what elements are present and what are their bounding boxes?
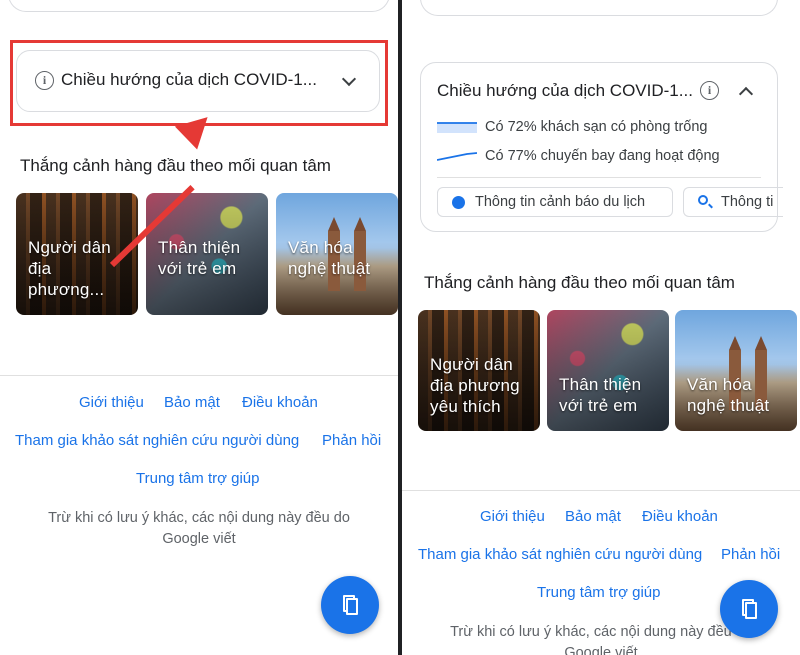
feedback-link[interactable]: Phản hồi [322, 432, 381, 449]
section-title: Thắng cảnh hàng đầu theo mối quan tâm [424, 273, 735, 292]
globe-icon [452, 196, 465, 209]
bookmark-fab[interactable] [321, 576, 379, 634]
travel-advisory-chip[interactable]: Thông tin cảnh báo du lịch [437, 187, 673, 217]
search-icon [698, 195, 708, 205]
flight-availability-stat: Có 77% chuyến bay đang hoạt động [485, 148, 720, 164]
chip-label: Thông tin cảnh báo du lịch [475, 194, 646, 210]
footer-divider [402, 490, 800, 491]
user-research-link[interactable]: Tham gia khảo sát nghiên cứu người dùng [418, 546, 702, 563]
help-center-link[interactable]: Trung tâm trợ giúp [136, 470, 260, 487]
tile-label: Văn hóa nghệ thuật [687, 375, 770, 415]
tile-label: Thân thiện với trẻ em [158, 238, 241, 278]
previous-card-edge [420, 0, 778, 16]
footer-note: Trừ khi có lưu ý khác, các nội dung này … [48, 510, 350, 547]
right-screenshot: Chiều hướng của dịch COVID-1... i Có 72%… [402, 0, 800, 655]
chevron-up-icon[interactable] [738, 86, 754, 102]
hotel-sparkline [437, 122, 477, 133]
privacy-link[interactable]: Bảo mật [164, 394, 220, 411]
about-link[interactable]: Giới thiệu [79, 394, 144, 411]
section-title: Thắng cảnh hàng đầu theo mối quan tâm [20, 156, 331, 175]
covid-trend-title: Chiều hướng của dịch COVID-1... [437, 81, 693, 100]
help-center-link[interactable]: Trung tâm trợ giúp [537, 584, 661, 601]
tile-label: Người dân địa phương... [28, 238, 111, 299]
card-divider [437, 177, 761, 178]
info-search-chip[interactable]: Thông ti [683, 187, 783, 217]
tile-kid-friendly[interactable]: Thân thiện với trẻ em [547, 310, 669, 431]
left-screenshot: i Chiều hướng của dịch COVID-1... Thắng … [0, 0, 398, 655]
chip-label: Thông ti [721, 194, 774, 210]
tile-label: Văn hóa nghệ thuật [288, 238, 371, 278]
user-research-link[interactable]: Tham gia khảo sát nghiên cứu người dùng [15, 432, 299, 449]
footer-divider [0, 375, 398, 376]
feedback-link[interactable]: Phản hồi [721, 546, 780, 563]
privacy-link[interactable]: Bảo mật [565, 508, 621, 525]
terms-link[interactable]: Điều khoản [242, 394, 318, 411]
hotel-availability-stat: Có 72% khách sạn có phòng trống [485, 119, 708, 135]
bookmark-fab[interactable] [720, 580, 778, 638]
covid-trend-card-expanded: Chiều hướng của dịch COVID-1... i Có 72%… [420, 62, 783, 232]
tile-label: Thân thiện với trẻ em [559, 375, 642, 415]
previous-card-edge [8, 0, 390, 12]
about-link[interactable]: Giới thiệu [480, 508, 545, 525]
tile-local-people[interactable]: Người dân địa phương yêu thích [418, 310, 540, 431]
terms-link[interactable]: Điều khoản [642, 508, 718, 525]
bookmark-icon-front [745, 602, 757, 619]
tile-art-culture[interactable]: Văn hóa nghệ thuật [276, 193, 398, 315]
tile-art-culture[interactable]: Văn hóa nghệ thuật [675, 310, 797, 431]
flight-sparkline [437, 152, 477, 161]
info-icon[interactable]: i [700, 81, 719, 100]
tile-label: Người dân địa phương yêu thích [430, 355, 520, 416]
bookmark-icon-front [346, 598, 358, 615]
footer-note: Trừ khi có lưu ý khác, các nội dung này … [450, 624, 752, 655]
